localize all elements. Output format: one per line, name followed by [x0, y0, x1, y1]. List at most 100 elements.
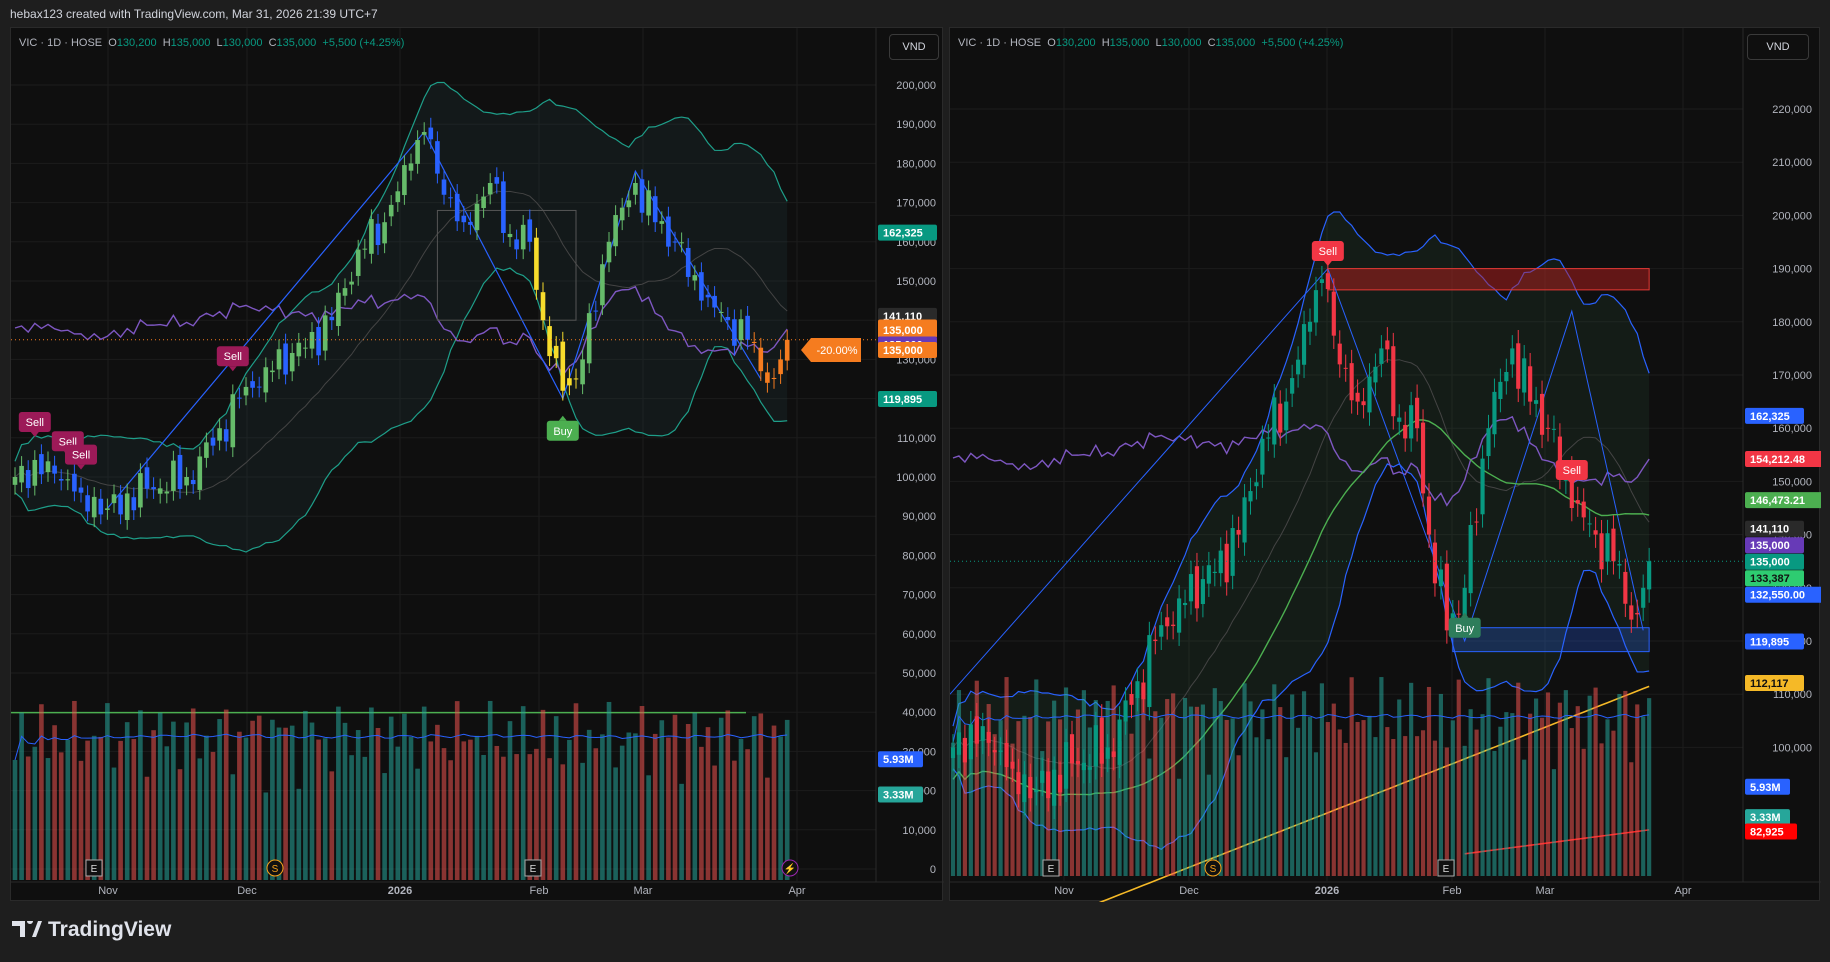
- volume-bar: [1623, 690, 1628, 876]
- candle-body: [1194, 566, 1200, 609]
- volume-bar: [369, 707, 374, 880]
- candle-body: [322, 315, 328, 351]
- volume-bar: [1331, 703, 1336, 876]
- candle-body: [956, 732, 962, 755]
- candle-body: [355, 249, 361, 276]
- volume-bar: [85, 740, 90, 880]
- candle-body: [1028, 776, 1033, 799]
- candle-body: [1212, 571, 1217, 573]
- time-axis-label: Nov: [1054, 885, 1074, 897]
- volume-bar: [197, 758, 203, 880]
- volume-bar: [454, 701, 460, 880]
- volume-bar: [1545, 692, 1551, 876]
- price-badge-text: 135,000: [883, 325, 923, 337]
- candle-body: [1111, 751, 1116, 758]
- volume-bar: [1629, 762, 1634, 876]
- candle-body: [375, 223, 381, 246]
- candle-body: [303, 347, 308, 349]
- candle-body: [1629, 605, 1634, 620]
- candle-body: [1206, 565, 1211, 584]
- candle-body: [567, 378, 572, 386]
- volume-bar: [712, 765, 717, 880]
- volume-bar: [1456, 679, 1461, 876]
- volume-bar: [1296, 727, 1301, 876]
- volume-bar: [1593, 687, 1598, 876]
- bollinger-band-fill: [15, 82, 788, 553]
- candle-body: [474, 203, 480, 231]
- volume-bar: [758, 713, 764, 880]
- candle-body: [270, 370, 275, 373]
- candle-body: [237, 397, 242, 399]
- candle-body: [633, 183, 638, 195]
- volume-bar: [580, 762, 585, 880]
- price-axis-label: 170,000: [1772, 370, 1812, 382]
- high-value: 135,000: [1109, 37, 1150, 49]
- price-axis-label: 90,000: [902, 511, 936, 523]
- symbol-name[interactable]: VIC · 1D · HOSE: [19, 37, 102, 49]
- candle-body: [1587, 523, 1592, 525]
- symbol-legend: VIC · 1D · HOSE O130,200 H135,000 L130,0…: [958, 37, 1344, 49]
- candle-body: [613, 215, 618, 247]
- volume-bar: [461, 741, 467, 880]
- volume-bar: [1385, 727, 1390, 876]
- event-label: S: [1210, 864, 1217, 875]
- left-chart-pane[interactable]: 200,000 190,000 180,000 170,000 160,000 150,0…: [10, 27, 944, 902]
- candle-body: [1093, 725, 1098, 767]
- candle-body: [1510, 348, 1515, 365]
- left-chart-canvas[interactable]: 200,000190,000180,000170,000160,000150,0…: [11, 28, 944, 902]
- candle-body: [190, 479, 196, 485]
- volume-bar: [131, 739, 137, 880]
- right-chart-pane[interactable]: 220,000 210,000 200,000 190,000 180,000 170,0…: [949, 27, 1821, 902]
- volume-bar: [39, 704, 44, 880]
- volume-bar: [144, 776, 150, 880]
- candle-body: [289, 352, 295, 372]
- candle-body: [659, 221, 665, 224]
- volume-bar: [1343, 742, 1348, 876]
- volume-bar: [540, 709, 546, 880]
- volume-bar: [672, 714, 678, 880]
- candle-body: [39, 454, 44, 475]
- price-axis-label: 80,000: [902, 550, 936, 562]
- candle-body: [992, 750, 997, 753]
- candle-body: [243, 386, 249, 396]
- volume-bar: [342, 722, 348, 880]
- volume-bar: [784, 719, 790, 880]
- currency-button[interactable]: VND: [1747, 34, 1809, 60]
- price-axis-label: 190,000: [1772, 264, 1812, 276]
- volume-bar: [1177, 778, 1182, 876]
- candle-body: [1617, 564, 1622, 566]
- right-chart-canvas[interactable]: 220,000 210,000 200,000 190,000 180,000 170,0…: [950, 28, 1821, 902]
- time-axis-label: Dec: [1179, 885, 1199, 897]
- volume-bar: [1367, 715, 1372, 876]
- volume-bar: [639, 706, 645, 880]
- volume-bar: [1438, 693, 1443, 876]
- volume-bar: [72, 700, 77, 880]
- volume-bar: [1569, 728, 1574, 876]
- signal-text: Sell: [1563, 465, 1581, 477]
- volume-bar: [659, 720, 665, 880]
- candle-body: [553, 345, 559, 359]
- candle-body: [1182, 602, 1188, 606]
- candle-body: [962, 737, 967, 763]
- volume-bar: [164, 746, 170, 880]
- volume-bar: [1105, 700, 1110, 876]
- candle-body: [250, 381, 255, 388]
- time-axis-label: Apr: [1674, 885, 1691, 897]
- change-value: +5,500 (+4.25%): [1261, 37, 1344, 49]
- candle-body: [276, 349, 282, 370]
- candle-body: [1504, 372, 1509, 382]
- volume-bar: [1397, 699, 1402, 876]
- volume-bar: [1611, 730, 1616, 876]
- symbol-name[interactable]: VIC · 1D · HOSE: [958, 37, 1041, 49]
- volume-bar: [1599, 743, 1604, 876]
- candle-body: [1218, 550, 1223, 574]
- signal-text: Buy: [1455, 623, 1474, 635]
- tradingview-logo[interactable]: TradingView: [12, 918, 171, 942]
- candle-body: [151, 487, 156, 490]
- volume-bar: [250, 720, 255, 880]
- volume-bar: [1587, 695, 1592, 876]
- candle-body: [1534, 400, 1539, 404]
- currency-button[interactable]: VND: [889, 34, 939, 60]
- volume-bar: [171, 721, 176, 880]
- price-badge-text: 154,212.48: [1750, 454, 1805, 466]
